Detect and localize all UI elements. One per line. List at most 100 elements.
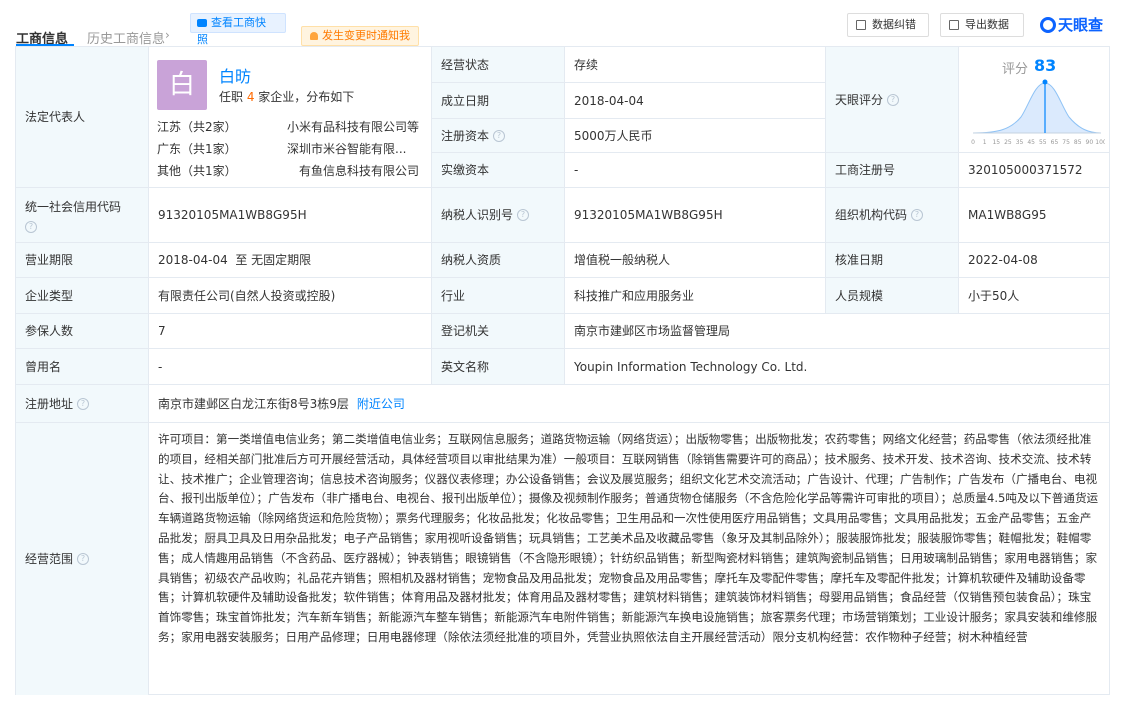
region-guangdong-company[interactable]: 深圳市米谷智能有限...: [287, 140, 427, 157]
score-tick-label: 100: [1095, 139, 1105, 146]
notify-label: 发生变更时通知我: [322, 29, 410, 42]
taxpayer-id-label: 纳税人识别号: [441, 208, 514, 222]
industry-value-cell: 科技推广和应用服务业: [565, 278, 826, 314]
credit-code-value: 91320105MA1WB8G95H: [158, 208, 307, 222]
score-tick-label: 1: [983, 139, 987, 146]
reg-authority-label: 登记机关: [441, 324, 490, 338]
former-name-value-cell: -: [149, 349, 432, 385]
camera-icon: [197, 19, 207, 27]
data-correction-button[interactable]: 数据纠错: [847, 13, 929, 37]
view-snapshot-button[interactable]: 查看工商快: [190, 13, 286, 33]
address-value-cell: 南京市建邺区白龙江东街8号3栋9层 附近公司: [149, 385, 1110, 423]
legal-rep-label: 法定代表人: [25, 110, 86, 124]
status-value: 存续: [574, 57, 599, 72]
former-name-label-cell: 曾用名: [16, 349, 149, 385]
view-snapshot-label-wrap[interactable]: 照: [197, 31, 208, 47]
score-tick-label: 45: [1027, 139, 1035, 146]
help-icon[interactable]: ?: [911, 209, 924, 221]
company-type-label-cell: 企业类型: [16, 278, 149, 314]
reg-no-value-cell: 320105000371572: [959, 153, 1110, 188]
industry-label-cell: 行业: [432, 278, 565, 314]
export-icon: [949, 20, 959, 30]
reg-no-label: 工商注册号: [835, 163, 896, 177]
help-icon[interactable]: ?: [77, 397, 90, 410]
nearby-companies-link[interactable]: 附近公司: [357, 395, 405, 413]
approve-date-label: 核准日期: [835, 253, 884, 267]
tab-history-business-info[interactable]: 历史工商信息: [87, 28, 165, 47]
address-label: 注册地址: [25, 396, 74, 411]
score-value[interactable]: 83: [1034, 56, 1056, 75]
credit-code-value-cell: 91320105MA1WB8G95H: [149, 188, 432, 243]
insured-label-cell: 参保人数: [16, 314, 149, 349]
legal-rep-desc-suffix: 家企业，分布如下: [254, 90, 355, 104]
scope-label-cell: 经营范围?: [16, 423, 149, 695]
legal-rep-label-cell: 法定代表人: [16, 47, 149, 188]
score-label-cell: 天眼评分?: [826, 47, 959, 153]
help-icon[interactable]: ?: [887, 93, 900, 106]
taxpayer-qual-value: 增值税一般纳税人: [574, 253, 671, 267]
insured-value: 7: [158, 324, 166, 338]
chevron-right-icon: ›: [165, 28, 170, 42]
taxpayer-id-value-cell: 91320105MA1WB8G95H: [565, 188, 826, 243]
score-distribution-chart[interactable]: 0 1 15 25 35 45 55 65 75 85 90 100: [969, 77, 1105, 147]
staff-size-label-cell: 人员规模: [826, 278, 959, 314]
org-code-value-cell: MA1WB8G95: [959, 188, 1110, 243]
taxpayer-qual-label-cell: 纳税人资质: [432, 243, 565, 278]
status-value-cell: 存续: [565, 47, 826, 83]
score-tick-label: 75: [1062, 139, 1070, 146]
region-jiangsu-company[interactable]: 小米有品科技有限公司等: [287, 118, 427, 135]
insured-label: 参保人数: [25, 324, 74, 338]
approve-date-value-cell: 2022-04-08: [959, 243, 1110, 278]
english-name-value: Youpin Information Technology Co. Ltd.: [574, 359, 808, 374]
taxpayer-id-value: 91320105MA1WB8G95H: [574, 208, 723, 222]
bell-icon: [310, 32, 318, 40]
established-value-cell: 2018-04-04: [565, 83, 826, 119]
english-name-label-cell: 英文名称: [432, 349, 565, 385]
term-value: 2018-04-04 至 无固定期限: [158, 253, 312, 267]
region-other-company[interactable]: 有鱼信息科技有限公司: [299, 162, 429, 179]
capital-value: 5000万人民币: [574, 128, 653, 143]
paid-capital-label: 实缴资本: [441, 163, 490, 177]
company-type-value: 有限责任公司(自然人投资或控股): [158, 288, 336, 303]
paid-capital-value: -: [574, 163, 579, 177]
staff-size-value-cell: 小于50人: [959, 278, 1110, 314]
tianyancha-logo[interactable]: 天眼查: [1040, 14, 1103, 36]
former-name-label: 曾用名: [25, 359, 62, 374]
score-tick-label: 85: [1074, 139, 1082, 146]
business-info-table: 法定代表人 白 白昉 任职 4 家企业，分布如下 江苏（共2家） 小米有品科技有…: [15, 46, 1110, 695]
data-correction-label: 数据纠错: [872, 18, 916, 31]
established-label: 成立日期: [441, 93, 490, 108]
status-label-cell: 经营状态: [432, 47, 565, 83]
region-jiangsu: 江苏（共2家）: [157, 120, 237, 134]
notify-on-change-button[interactable]: 发生变更时通知我: [301, 26, 419, 46]
help-icon[interactable]: ?: [517, 209, 530, 221]
score-tick-label: 0: [971, 139, 975, 146]
region-guangdong: 广东（共1家）: [157, 142, 237, 156]
legal-rep-desc-prefix: 任职: [219, 90, 247, 104]
avatar[interactable]: 白: [157, 60, 207, 110]
scope-label: 经营范围: [25, 552, 74, 566]
logo-mark-icon: [1040, 17, 1056, 33]
term-label-cell: 营业期限: [16, 243, 149, 278]
help-icon[interactable]: ?: [77, 553, 90, 565]
reg-no-value: 320105000371572: [968, 163, 1083, 177]
term-value-cell: 2018-04-04 至 无固定期限: [149, 243, 432, 278]
reg-no-label-cell: 工商注册号: [826, 153, 959, 188]
capital-label: 注册资本: [441, 128, 490, 143]
capital-label-cell: 注册资本?: [432, 119, 565, 153]
established-label-cell: 成立日期: [432, 83, 565, 119]
score-label: 天眼评分: [835, 92, 884, 107]
score-tick-label: 35: [1016, 139, 1024, 146]
org-code-label-cell: 组织机构代码?: [826, 188, 959, 243]
score-marker-dot: [1042, 79, 1048, 85]
help-icon[interactable]: ?: [25, 221, 37, 233]
industry-label: 行业: [441, 288, 466, 303]
help-icon[interactable]: ?: [493, 129, 506, 142]
page-header: 工商信息 历史工商信息 › 查看工商快 照 发生变更时通知我 数据纠错 导出数据…: [0, 0, 1122, 47]
score-tick-label: 90: [1086, 139, 1094, 146]
staff-size-label: 人员规模: [835, 288, 884, 303]
export-data-button[interactable]: 导出数据: [940, 13, 1024, 37]
english-name-label: 英文名称: [441, 359, 490, 374]
paid-capital-label-cell: 实缴资本: [432, 153, 565, 188]
legal-rep-name-link[interactable]: 白昉: [219, 63, 251, 87]
